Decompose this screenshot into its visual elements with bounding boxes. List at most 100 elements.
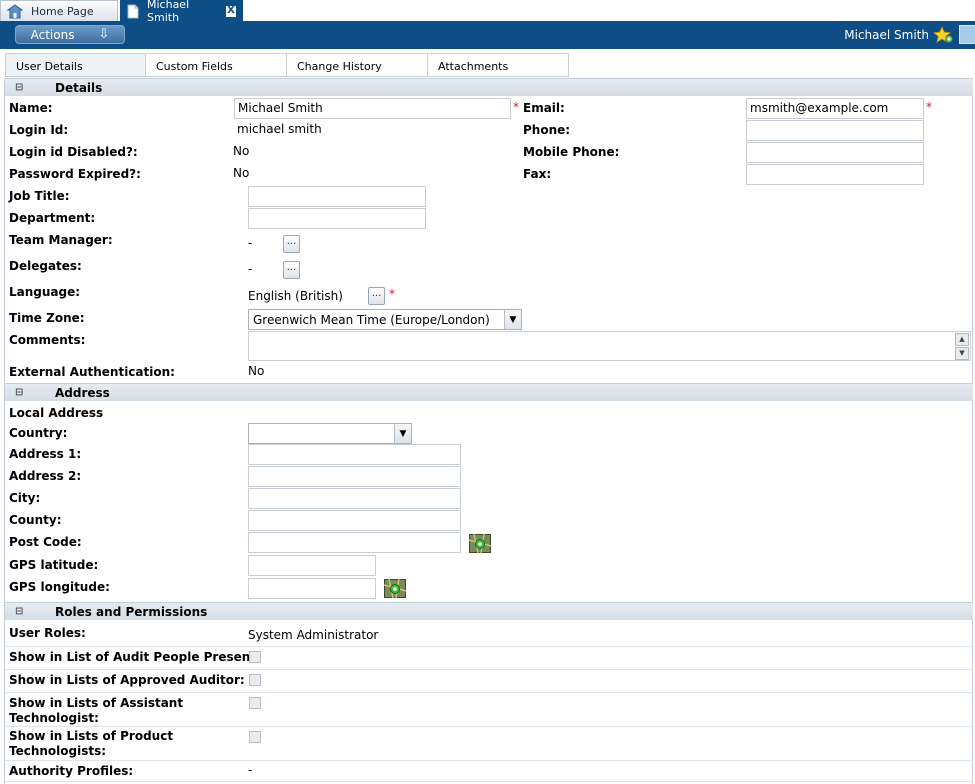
language-value: English (British) [248,289,343,303]
arrow-down-icon: ⇩ [98,27,110,42]
team-manager-value: - [248,236,253,250]
password-expired-value: No [233,166,250,180]
assistant-technologist-label-line-2: Technologist: [9,711,99,725]
roles-title: Roles and Permissions [55,604,208,619]
gps-latitude-label: GPS latitude: [9,558,99,572]
phone-input[interactable] [746,120,924,141]
language-lookup-button[interactable]: ... [368,287,385,305]
user-roles-value: System Administrator [248,628,379,642]
time-zone-value: Greenwich Mean Time (Europe/London) [253,312,490,327]
map-locate-icon[interactable] [383,578,407,599]
assistant-technologist-checkbox[interactable] [249,697,261,709]
row-divider [5,726,973,727]
row-divider [5,760,973,761]
country-label: Country: [9,426,68,440]
county-label: County: [9,513,62,527]
scroll-up-icon[interactable]: ▲ [955,333,969,346]
row-divider [5,692,973,693]
details-section-header[interactable]: ⊟ Details [5,78,973,96]
audit-people-label: Show in List of Audit People Present: [9,650,261,664]
post-code-label: Post Code: [9,535,82,549]
fax-label: Fax: [523,167,552,181]
post-code-input[interactable] [248,532,461,553]
subtab-change-history[interactable]: Change History [287,53,428,77]
collapse-icon[interactable]: ⊟ [15,387,27,398]
tab-michael-smith[interactable]: Michael Smith X [120,0,243,24]
gps-longitude-label: GPS longitude: [9,580,110,594]
subtab-custom-fields[interactable]: Custom Fields [146,53,287,77]
close-tab-icon[interactable]: X [225,5,236,17]
language-required-marker: * [389,287,395,301]
department-input[interactable] [248,208,426,229]
actions-button[interactable]: Actions ⇩ [15,25,125,44]
map-locate-icon[interactable] [468,533,492,554]
email-required-marker: * [926,100,932,114]
audit-people-checkbox[interactable] [249,651,261,663]
action-bar: Actions ⇩ Michael Smith [0,21,975,49]
authority-profiles-label: Authority Profiles: [9,764,134,778]
details-title: Details [55,80,103,95]
row-divider [5,669,973,670]
delegates-value: - [248,262,253,276]
comments-label: Comments: [9,333,86,347]
gps-longitude-input[interactable] [248,578,376,599]
collapse-icon[interactable]: ⊟ [15,82,27,93]
name-label: Name: [9,101,53,115]
detail-subtabs: User Details Custom Fields Change Histor… [5,53,569,77]
email-label: Email: [523,101,565,115]
language-label: Language: [9,285,81,299]
document-icon [127,4,139,19]
scroll-down-icon[interactable]: ▼ [955,347,969,360]
time-zone-label: Time Zone: [9,311,85,325]
home-icon [7,3,23,19]
address-1-input[interactable] [248,444,461,465]
team-manager-lookup-button[interactable]: ... [283,235,300,253]
assistant-technologist-label-line-1: Show in Lists of Assistant [9,696,184,710]
phone-label: Phone: [523,123,571,137]
county-input[interactable] [248,510,461,531]
fax-input[interactable] [746,164,924,185]
job-title-input[interactable] [248,186,426,207]
email-input[interactable]: msmith@example.com [746,98,924,119]
address-title: Address [55,385,110,400]
subtab-attachments[interactable]: Attachments [428,53,569,77]
external-auth-value: No [248,364,265,378]
row-divider [5,781,973,782]
chevron-down-icon[interactable]: ▼ [394,424,411,443]
delegates-lookup-button[interactable]: ... [283,261,300,279]
delegates-label: Delegates: [9,259,82,273]
name-required-marker: * [513,100,519,114]
collapse-icon[interactable]: ⊟ [15,606,27,617]
login-disabled-label: Login id Disabled?: [9,145,138,159]
product-technologists-label-line-2: Technologists: [9,744,107,758]
current-user-name: Michael Smith [844,28,929,42]
address-section-header[interactable]: ⊟ Address [5,383,973,401]
login-id-label: Login Id: [9,123,69,137]
country-select[interactable]: ▼ [248,423,412,444]
chevron-down-icon[interactable]: ▼ [504,310,521,329]
gps-latitude-input[interactable] [248,555,376,576]
city-input[interactable] [248,488,461,509]
product-technologists-checkbox[interactable] [249,731,261,743]
tab-home-page[interactable]: Home Page [0,0,118,21]
user-roles-label: User Roles: [9,626,86,640]
login-id-value: michael smith [237,122,322,136]
side-panel-icon[interactable] [959,25,975,44]
address-2-label: Address 2: [9,469,82,483]
name-input[interactable]: Michael Smith [234,98,511,119]
roles-section-header[interactable]: ⊟ Roles and Permissions [5,602,973,620]
product-technologists-label: Show in Lists of Product Technologists: [9,729,173,759]
approved-auditor-checkbox[interactable] [249,674,261,686]
approved-auditor-label: Show in Lists of Approved Auditor: [9,673,245,687]
subtab-user-details[interactable]: User Details [5,53,146,77]
row-divider [5,646,973,647]
favourite-star-icon[interactable] [933,26,953,47]
form-frame-right [972,79,973,784]
password-expired-label: Password Expired?: [9,167,141,181]
time-zone-select[interactable]: Greenwich Mean Time (Europe/London) ▼ [248,309,522,330]
department-label: Department: [9,211,96,225]
address-2-input[interactable] [248,466,461,487]
address-1-label: Address 1: [9,447,82,461]
mobile-phone-input[interactable] [746,142,924,163]
comments-textarea[interactable]: ▲ ▼ [248,331,971,361]
